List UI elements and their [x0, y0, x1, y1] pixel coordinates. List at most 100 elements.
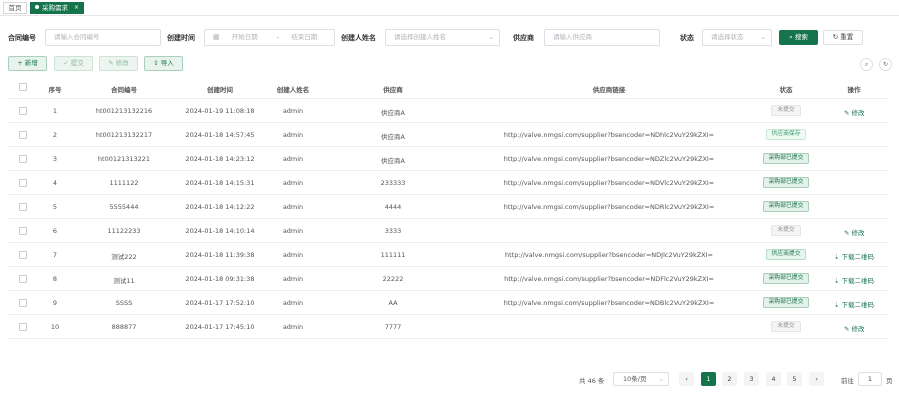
row-created-time: 2024-01-18 14:10:14	[185, 227, 255, 235]
edit-button[interactable]: ✎ 修改	[99, 56, 138, 71]
status-badge: 未提交	[771, 321, 801, 332]
supplier-input[interactable]: 请输入供应商	[544, 29, 660, 46]
row-checkbox[interactable]	[19, 275, 27, 283]
import-button[interactable]: ⇪ 导入	[144, 56, 183, 71]
submit-button[interactable]: ✓ 提交	[54, 56, 93, 71]
row-contract: 11122233	[107, 227, 141, 235]
row-supplier: 111111	[380, 251, 406, 259]
row-created-time: 2024-01-19 11:08:18	[185, 107, 255, 115]
tab-home[interactable]: 首页	[3, 2, 27, 14]
row-checkbox[interactable]	[19, 299, 27, 307]
row-supplier: 22222	[382, 275, 404, 283]
calendar-icon: ▦	[213, 33, 220, 41]
row-checkbox[interactable]	[19, 179, 27, 187]
row-contract: SSSS	[115, 299, 133, 307]
row-creator: admin	[282, 299, 304, 307]
prev-page-button[interactable]: ‹	[679, 372, 694, 386]
row-checkbox[interactable]	[19, 227, 27, 235]
tab-purchase-demand[interactable]: 采购需求 ×	[30, 2, 84, 14]
row-supplier: 4444	[384, 203, 402, 211]
row-index: 6	[52, 227, 58, 235]
table-row: 2 ht001213132217 2024-01-18 14:57:45 admin 供…	[8, 123, 888, 147]
page-5-button[interactable]: 5	[787, 372, 802, 386]
row-action-link[interactable]: ✎ 修改	[844, 323, 865, 333]
col-contract: 合同编号	[111, 86, 137, 94]
table-row: 8 测试11 2024-01-18 09:31:38 admin 22222 http:/…	[8, 267, 888, 291]
row-supplier: AA	[388, 299, 398, 307]
next-page-button[interactable]: ›	[809, 372, 824, 386]
chevron-down-icon: ⌄	[658, 375, 664, 383]
col-creator: 创建人姓名	[276, 86, 310, 94]
tab-bar: 首页 采购需求 ×	[0, 0, 899, 16]
reset-button[interactable]: ↻ 重置	[823, 30, 863, 45]
row-creator: admin	[282, 107, 304, 115]
table-row: 4 1111122 2024-01-18 14:15:31 admin 233333 ht…	[8, 171, 888, 195]
creator-select[interactable]: 请选择创建人姓名 ⌄	[385, 29, 500, 46]
row-creator: admin	[282, 155, 304, 163]
created-time-range[interactable]: ▦ 开始日期 - 结束日期	[204, 29, 335, 46]
tab-close-icon[interactable]: ×	[74, 3, 79, 13]
row-action-link[interactable]: ⇣ 下载二维码	[834, 299, 874, 309]
row-checkbox[interactable]	[19, 131, 27, 139]
page-4-button[interactable]: 4	[766, 372, 781, 386]
table-row: 3 ht00121313221 2024-01-18 14:23:12 admin 供应…	[8, 147, 888, 171]
status-badge: 采购部已提交	[763, 201, 809, 212]
reset-button-label: 重置	[840, 33, 854, 41]
row-checkbox[interactable]	[19, 203, 27, 211]
search-toggle-icon[interactable]: ⌕	[860, 58, 873, 71]
goto-label: 前往	[841, 377, 854, 385]
row-creator: admin	[282, 131, 304, 139]
table-row: 10 888877 2024-01-17 17:45:10 admin 7777 未提交 ✎…	[8, 315, 888, 339]
tab-purchase-demand-label: 采购需求	[42, 4, 68, 12]
row-action-link[interactable]: ✎ 修改	[844, 107, 865, 117]
row-supplier: 3333	[384, 227, 402, 235]
row-creator: admin	[282, 203, 304, 211]
row-contract: 5555444	[109, 203, 139, 211]
refresh-icon: ↻	[832, 33, 839, 41]
status-select[interactable]: 请选择状态 ⌄	[702, 29, 772, 46]
row-supplier-link: http://valve.nmgsi.com/supplier?bsencode…	[503, 155, 715, 163]
row-checkbox[interactable]	[19, 155, 27, 163]
add-button[interactable]: + 新增	[8, 56, 47, 71]
table-header: 序号 合同编号 创建时间 创建人姓名 供应商 供应商链接 状态 操作	[8, 77, 888, 99]
status-badge: 采购部已提交	[763, 153, 809, 164]
row-supplier-link: http://valve.nmgsi.com/supplier?bsencode…	[503, 299, 715, 307]
page-size-select[interactable]: 10条/页 ⌄	[613, 372, 669, 386]
page-3-button[interactable]: 3	[744, 372, 759, 386]
row-index: 4	[52, 179, 58, 187]
contract-input[interactable]: 请输入合同编号	[45, 29, 161, 46]
row-checkbox[interactable]	[19, 251, 27, 259]
row-index: 10	[50, 323, 60, 331]
supplier-label: 供应商	[513, 34, 534, 42]
table-row: 7 测试222 2024-01-18 11:39:38 admin 111111 http…	[8, 243, 888, 267]
page-2-button[interactable]: 2	[722, 372, 737, 386]
goto-page-input[interactable]: 1	[858, 372, 882, 386]
row-action-link[interactable]: ✎ 修改	[844, 227, 865, 237]
row-contract: ht001213132217	[95, 131, 153, 139]
row-checkbox[interactable]	[19, 323, 27, 331]
creator-label: 创建人姓名	[341, 34, 376, 42]
search-icon: ⌕	[789, 33, 793, 41]
row-checkbox[interactable]	[19, 107, 27, 115]
col-created-time: 创建时间	[207, 86, 233, 94]
table-row: 6 11122233 2024-01-18 14:10:14 admin 3333 未提交…	[8, 219, 888, 243]
row-created-time: 2024-01-18 09:31:38	[185, 275, 255, 283]
row-contract: 888877	[111, 323, 137, 331]
status-badge: 采购部已提交	[763, 273, 809, 284]
row-created-time: 2024-01-17 17:45:10	[185, 323, 255, 331]
search-button[interactable]: ⌕ 搜索	[779, 30, 818, 45]
page-1-button[interactable]: 1	[701, 372, 716, 386]
total-count: 共 46 条	[579, 377, 605, 385]
select-all-checkbox[interactable]	[19, 83, 27, 91]
row-action-link[interactable]: ⇣ 下载二维码	[834, 251, 874, 261]
row-index: 5	[52, 203, 58, 211]
row-created-time: 2024-01-18 11:39:38	[185, 251, 255, 259]
refresh-icon[interactable]: ↻	[879, 58, 892, 71]
search-button-label: 搜索	[794, 33, 808, 41]
row-contract: 1111122	[109, 179, 139, 187]
status-placeholder: 请选择状态	[711, 33, 744, 41]
range-separator: -	[276, 33, 280, 41]
row-action-link[interactable]: ⇣ 下载二维码	[834, 275, 874, 285]
col-supplier-link: 供应商链接	[592, 86, 626, 94]
created-time-label: 创建时间	[167, 34, 195, 42]
